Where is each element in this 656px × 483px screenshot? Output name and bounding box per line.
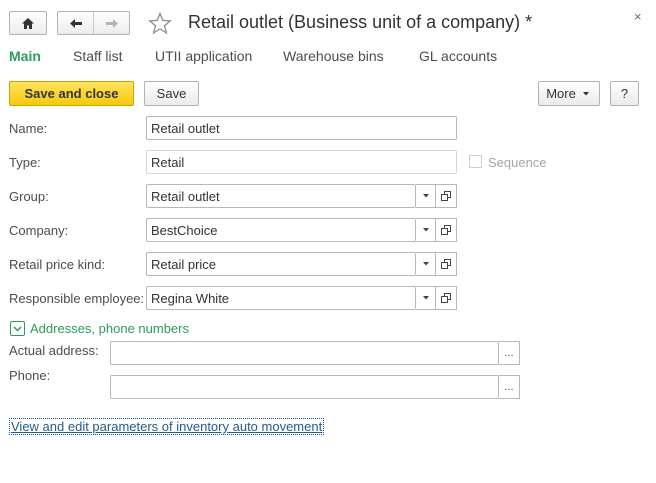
sequence-checkbox[interactable] (469, 155, 482, 168)
group-open-button[interactable] (436, 184, 457, 208)
more-label: More (546, 86, 576, 101)
tab-staff-list[interactable]: Staff list (73, 48, 123, 64)
name-field[interactable]: Retail outlet (146, 116, 457, 140)
close-icon[interactable]: × (634, 9, 642, 24)
back-arrow-icon (69, 18, 82, 28)
dropdown-icon (422, 262, 429, 266)
home-icon (22, 17, 34, 29)
company-dropdown-button[interactable] (416, 218, 436, 242)
save-button[interactable]: Save (144, 81, 199, 106)
type-label: Type: (9, 155, 41, 170)
tab-gl-accounts[interactable]: GL accounts (419, 48, 497, 64)
open-icon (441, 293, 451, 303)
employee-field[interactable]: Regina White (146, 286, 416, 310)
open-icon (441, 191, 451, 201)
save-label: Save (156, 86, 187, 101)
help-label: ? (620, 86, 629, 101)
chevron-down-icon (582, 91, 589, 95)
help-button[interactable]: ? (610, 81, 639, 106)
tab-warehouse-bins[interactable]: Warehouse bins (283, 48, 384, 64)
sequence-label: Sequence (488, 155, 547, 170)
dropdown-icon (422, 194, 429, 198)
employee-label: Responsible employee: (9, 291, 145, 306)
actual-address-ellipsis: ... (504, 347, 514, 359)
phone-label: Phone: (9, 368, 51, 383)
open-icon (441, 225, 451, 235)
tab-main[interactable]: Main (9, 48, 41, 64)
dropdown-icon (422, 228, 429, 232)
actual-address-edit-button[interactable]: ... (499, 341, 520, 365)
home-button[interactable] (9, 11, 47, 35)
forward-button[interactable] (94, 12, 129, 34)
company-label: Company: (9, 223, 69, 238)
tab-utii-application[interactable]: UTII application (155, 48, 252, 64)
open-icon (441, 259, 451, 269)
dropdown-icon (422, 296, 429, 300)
price-kind-field[interactable]: Retail price (146, 252, 416, 276)
group-label: Group: (9, 189, 49, 204)
price-kind-dropdown-button[interactable] (416, 252, 436, 276)
phone-field[interactable] (110, 375, 499, 399)
inventory-auto-movement-link[interactable]: View and edit parameters of inventory au… (9, 418, 325, 435)
company-open-button[interactable] (436, 218, 457, 242)
price-kind-open-button[interactable] (436, 252, 457, 276)
back-button[interactable] (58, 12, 94, 34)
actual-address-field[interactable] (110, 341, 499, 365)
group-field[interactable]: Retail outlet (146, 184, 416, 208)
group-dropdown-button[interactable] (416, 184, 436, 208)
page-title: Retail outlet (Business unit of a compan… (188, 12, 533, 32)
more-button[interactable]: More (538, 81, 600, 106)
employee-open-button[interactable] (436, 286, 457, 310)
history-navigation (57, 11, 130, 35)
chevron-down-icon (13, 325, 22, 332)
favorite-star-icon[interactable] (148, 12, 172, 35)
employee-dropdown-button[interactable] (416, 286, 436, 310)
actual-address-label: Actual address: (9, 343, 99, 358)
contacts-group-toggle[interactable] (10, 321, 25, 336)
save-and-close-label: Save and close (24, 86, 119, 101)
price-kind-label: Retail price kind: (9, 257, 106, 272)
phone-edit-button[interactable]: ... (499, 375, 520, 399)
forward-arrow-icon (105, 18, 118, 28)
name-label: Name: (9, 121, 48, 136)
save-and-close-button[interactable]: Save and close (9, 81, 134, 106)
type-field[interactable]: Retail (146, 150, 457, 174)
phone-ellipsis: ... (504, 381, 514, 393)
company-field[interactable]: BestChoice (146, 218, 416, 242)
contacts-group-title[interactable]: Addresses, phone numbers (30, 321, 189, 336)
